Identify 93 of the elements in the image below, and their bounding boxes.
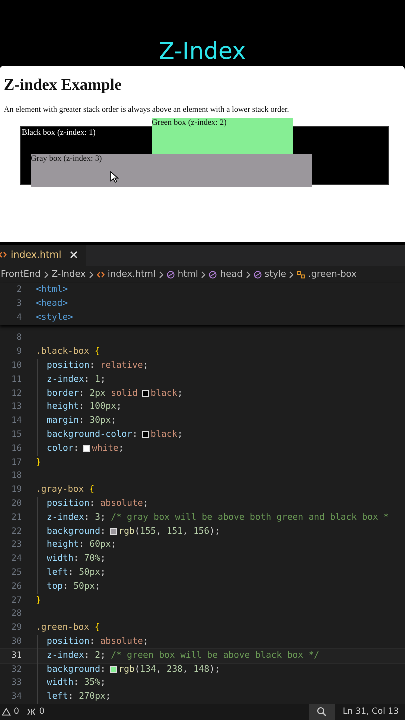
code-text: <head> (36, 298, 68, 309)
line-number: 15 (10, 430, 22, 440)
code-text: position: absolute; (47, 636, 149, 647)
ports-status[interactable]: 0 (27, 707, 45, 717)
line-number: 24 (10, 554, 22, 564)
line-number: 34 (10, 692, 22, 702)
search-icon (316, 707, 327, 717)
code-text: black; (150, 388, 183, 399)
rule-icon (297, 270, 306, 279)
breadcrumb-item[interactable]: Z-Index (52, 270, 86, 280)
line-number: 16 (10, 444, 22, 454)
chevron-icon (201, 270, 206, 279)
code-text: border: 2px solid (47, 388, 138, 399)
code-text: background: (47, 526, 106, 537)
code-text: z-index: 2; /* green box will be above black box */ (47, 650, 320, 661)
code-text: rgb(155, 151, 156); (118, 526, 220, 537)
line-number: 4 (16, 312, 22, 323)
line-number: 32 (10, 664, 22, 674)
line-number: 2 (16, 284, 22, 295)
line-number: 28 (10, 609, 22, 620)
code-text: margin: 30px; (47, 416, 116, 426)
code-text: black; (150, 430, 183, 440)
line-number: 20 (10, 498, 22, 509)
code-text: z-index: 3; /* gray box will be above both green and black box * (47, 512, 389, 523)
code-text: } (36, 596, 42, 606)
code-text: width: 70%; (47, 554, 106, 564)
code-text: z-index: 1; (47, 374, 106, 385)
line-number: 33 (10, 678, 22, 688)
mouse-cursor-icon (110, 171, 119, 183)
chevron-icon (289, 270, 294, 279)
line-number: 8 (16, 333, 22, 344)
warning-icon (2, 708, 11, 716)
code-text: top: 50px; (47, 582, 100, 592)
code-text: <style> (36, 312, 74, 323)
code-file-icon (96, 270, 105, 279)
code-text: left: 50px; (47, 568, 106, 578)
line-number: 12 (10, 388, 22, 399)
box-label: Green box (z-index: 2) (152, 118, 227, 127)
code-text: .black-box { (36, 347, 100, 358)
close-icon (70, 251, 78, 260)
line-number: 26 (10, 582, 22, 592)
box-label: Gray box (z-index: 3) (31, 154, 102, 163)
page-heading: Z-index Example (4, 76, 122, 96)
line-number: 23 (10, 540, 22, 550)
breadcrumb-item[interactable]: index.html (96, 270, 156, 280)
line-number: 11 (10, 374, 22, 385)
line-number: 29 (10, 623, 22, 634)
line-number: 3 (16, 298, 22, 309)
line-number: 9 (16, 347, 22, 358)
code-text: background-color: (47, 430, 138, 440)
code-text: .green-box { (36, 623, 100, 634)
line-number: 22 (10, 526, 22, 537)
code-text: height: 100px; (47, 402, 122, 412)
code-text: } (36, 458, 42, 468)
line-number: 31 (10, 650, 22, 661)
box-label: Black box (z-index: 1) (22, 128, 96, 137)
line-number: 17 (10, 458, 22, 468)
line-number: 10 (10, 360, 22, 371)
breadcrumb-item[interactable]: head (209, 270, 243, 280)
breadcrumb-item[interactable]: html (166, 270, 198, 280)
code-text: height: 60px; (47, 540, 116, 550)
line-number: 19 (10, 485, 22, 496)
chevron-icon (158, 270, 164, 279)
line-number: 14 (10, 416, 22, 426)
line-number: 25 (10, 568, 22, 578)
editor-tab[interactable]: index.html (0, 245, 86, 266)
breadcrumb-item[interactable]: style (254, 270, 286, 280)
code-text: position: absolute; (47, 498, 149, 509)
chevron-icon (88, 270, 94, 279)
code-text: background: (47, 664, 106, 674)
code-text: left: 270px; (47, 692, 112, 702)
code-text: .gray-box { (36, 485, 95, 496)
line-number: 30 (10, 636, 22, 647)
line-number: 27 (10, 596, 22, 606)
zoom-button[interactable] (308, 704, 335, 720)
code-text: width: 35%; (47, 678, 106, 688)
code-file-icon (0, 251, 7, 260)
cursor-position[interactable]: Ln 31, Col 13 (342, 707, 405, 717)
code-text: color: (47, 444, 80, 454)
video-title: Z-Index (159, 39, 246, 65)
breadcrumb-item[interactable]: .green-box (297, 270, 357, 280)
page-paragraph: An element with greater stack order is always above an element with a lower stack order. (4, 105, 290, 115)
code-text: <html> (36, 284, 68, 295)
problems-status[interactable]: 0 (2, 707, 20, 717)
line-number: 21 (10, 512, 22, 523)
code-text: white; (92, 444, 124, 454)
line-number: 13 (10, 402, 22, 412)
breadcrumb-item[interactable]: FrontEnd (1, 270, 41, 280)
code-text: position: relative; (47, 360, 149, 371)
line-number: 18 (10, 471, 22, 482)
chevron-icon (44, 270, 49, 279)
code-text: rgb(134, 238, 148); (118, 664, 220, 674)
chevron-icon (246, 270, 251, 279)
